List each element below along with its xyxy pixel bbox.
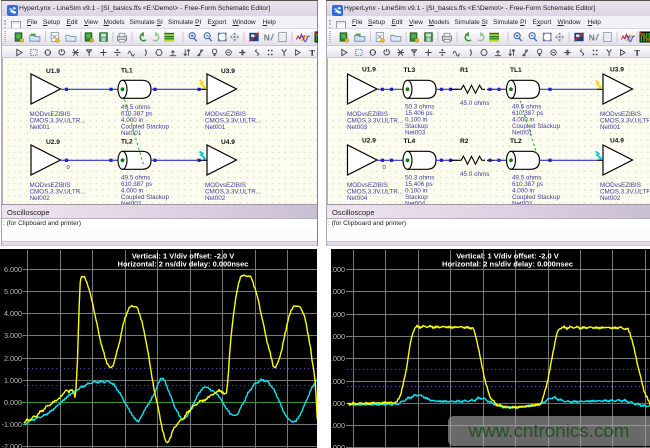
svg-text:T: T [635, 48, 641, 57]
svg-text:Net002: Net002 [600, 195, 621, 202]
svg-text:R1: R1 [460, 67, 469, 74]
svg-text:U1.9: U1.9 [362, 67, 376, 74]
svg-text:5.000: 5.000 [4, 287, 22, 296]
svg-text:TL3: TL3 [404, 67, 416, 74]
svg-text:Net002: Net002 [30, 195, 51, 202]
svg-text:4.000: 4.000 [4, 309, 22, 318]
svg-text:Net002: Net002 [205, 195, 226, 202]
svg-text:45.0 ohms: 45.0 ohms [460, 100, 489, 107]
svg-text:0: 0 [67, 165, 70, 171]
svg-text:-1.000: -1.000 [2, 420, 22, 429]
svg-text:5.000: 5.000 [331, 287, 345, 296]
svg-text:U4.9: U4.9 [610, 138, 624, 145]
svg-text:0.000: 0.000 [331, 399, 345, 408]
svg-text:0.000: 0.000 [4, 398, 22, 407]
svg-text:6.000: 6.000 [331, 265, 345, 274]
svg-text:T: T [310, 48, 316, 57]
svg-text:N: N [589, 32, 595, 42]
svg-text:Net001: Net001 [30, 124, 51, 131]
svg-text:-2.000: -2.000 [2, 442, 22, 448]
svg-text:3.000: 3.000 [331, 332, 345, 341]
svg-text:R2: R2 [460, 138, 469, 145]
svg-text:6.000: 6.000 [4, 265, 22, 274]
svg-text:1.000: 1.000 [4, 376, 22, 385]
svg-text:Net001: Net001 [121, 130, 142, 137]
svg-text:U2.9: U2.9 [46, 139, 60, 146]
svg-text:Horizontal: 2 ns/div delay: 0: Horizontal: 2 ns/div delay: 0.000nsec [118, 260, 249, 269]
svg-text:Net003: Net003 [347, 124, 368, 131]
svg-text:TL4: TL4 [404, 138, 416, 145]
svg-text:TL2: TL2 [510, 138, 522, 145]
svg-text:TL1: TL1 [510, 67, 522, 74]
svg-text:U3.9: U3.9 [610, 67, 624, 74]
svg-text:TL2: TL2 [121, 139, 133, 146]
svg-text:U3.9: U3.9 [221, 68, 235, 75]
svg-text:U1.9: U1.9 [46, 68, 60, 75]
svg-text:45.0 ohms: 45.0 ohms [460, 171, 489, 178]
svg-text:1.000: 1.000 [331, 377, 345, 386]
svg-text:2.000: 2.000 [4, 354, 22, 363]
svg-text:3.000: 3.000 [4, 331, 22, 340]
svg-text:N: N [264, 32, 270, 42]
svg-text:4.000: 4.000 [331, 310, 345, 319]
svg-text:Net001: Net001 [600, 124, 621, 131]
svg-text:Net003: Net003 [405, 129, 426, 136]
svg-text:Horizontal: 2 ns/div delay: 0: Horizontal: 2 ns/div delay: 0.000nsec [442, 260, 573, 269]
svg-text:U2.9: U2.9 [362, 138, 376, 145]
svg-text:-2.000: -2.000 [331, 443, 345, 448]
svg-text:U4.9: U4.9 [221, 139, 235, 146]
svg-text:-1.000: -1.000 [331, 421, 345, 430]
svg-text:TL1: TL1 [121, 68, 133, 75]
svg-text:2.000: 2.000 [331, 354, 345, 363]
svg-text:Net001: Net001 [205, 124, 226, 131]
svg-text:0: 0 [383, 165, 386, 171]
svg-text:Net004: Net004 [347, 195, 368, 202]
